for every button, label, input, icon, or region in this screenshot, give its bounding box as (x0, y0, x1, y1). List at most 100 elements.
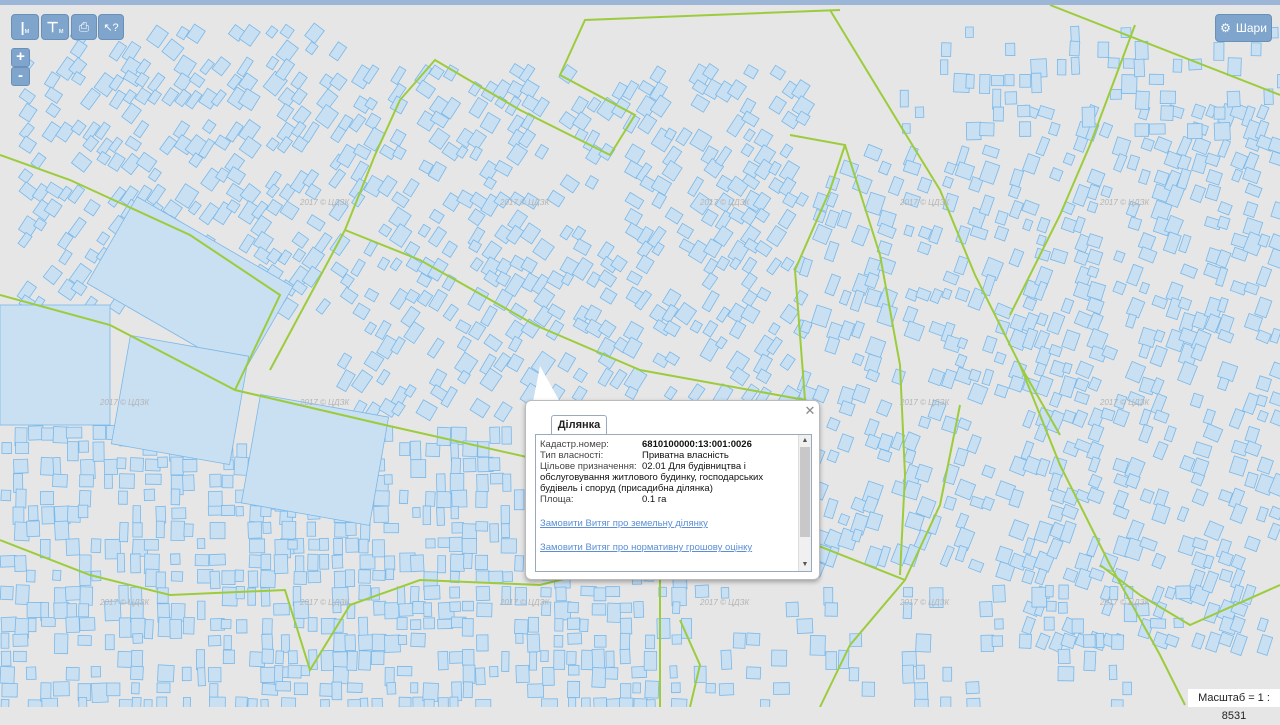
parcel[interactable] (1151, 552, 1167, 570)
parcel[interactable] (1135, 90, 1150, 110)
parcel[interactable] (0, 665, 16, 685)
parcel[interactable] (333, 538, 344, 555)
parcel[interactable] (864, 336, 887, 359)
parcel[interactable] (675, 127, 693, 147)
parcel[interactable] (1134, 40, 1149, 60)
parcel[interactable] (554, 618, 564, 632)
close-icon[interactable]: ✕ (804, 404, 816, 417)
parcel[interactable] (221, 474, 234, 489)
parcel[interactable] (1088, 456, 1101, 473)
parcel[interactable] (1140, 137, 1155, 152)
parcel[interactable] (1192, 441, 1213, 459)
parcel[interactable] (1218, 631, 1235, 648)
parcel[interactable] (720, 649, 733, 670)
parcel[interactable] (328, 41, 348, 62)
parcel[interactable] (1086, 168, 1106, 188)
parcel[interactable] (1021, 615, 1036, 635)
parcel[interactable] (740, 271, 758, 291)
parcel[interactable] (54, 520, 70, 541)
parcel[interactable] (1111, 634, 1124, 650)
parcel[interactable] (567, 632, 583, 645)
parcel[interactable] (1244, 425, 1261, 444)
parcel[interactable] (132, 505, 142, 526)
parcel-info-panel[interactable]: Кадастр.номер: 6810100000:13:001:0026 Ти… (535, 434, 812, 572)
parcel[interactable] (476, 473, 489, 493)
scrollbar-thumb[interactable] (800, 447, 810, 537)
parcel[interactable] (384, 555, 396, 571)
parcel[interactable] (865, 511, 884, 532)
parcel[interactable] (767, 322, 781, 336)
parcel[interactable] (1112, 489, 1129, 509)
parcel[interactable] (1268, 150, 1280, 167)
parcel[interactable] (13, 555, 27, 572)
parcel[interactable] (954, 544, 968, 563)
parcel[interactable] (415, 399, 438, 422)
parcel[interactable] (279, 200, 300, 221)
parcel[interactable] (456, 335, 472, 352)
parcel[interactable] (15, 488, 27, 509)
parcel[interactable] (495, 257, 513, 276)
parcel[interactable] (389, 128, 407, 147)
parcel[interactable] (320, 650, 335, 672)
parcel[interactable] (1058, 375, 1078, 399)
parcel[interactable] (1086, 248, 1104, 266)
parcel[interactable] (273, 553, 289, 574)
parcel[interactable] (130, 682, 140, 695)
parcel[interactable] (1043, 616, 1055, 631)
parcel[interactable] (1256, 409, 1269, 423)
parcel[interactable] (519, 222, 542, 245)
parcel[interactable] (1217, 200, 1233, 216)
parcel[interactable] (346, 650, 358, 671)
parcel[interactable] (260, 666, 277, 683)
parcel[interactable] (914, 106, 925, 119)
parcel[interactable] (965, 121, 982, 141)
parcel[interactable] (742, 128, 756, 143)
parcel[interactable] (1148, 73, 1165, 85)
parcel[interactable] (0, 304, 111, 426)
parcel[interactable] (197, 667, 206, 687)
parcel[interactable] (265, 198, 284, 217)
parcel[interactable] (1218, 568, 1234, 583)
parcel[interactable] (423, 602, 433, 617)
parcel[interactable] (604, 666, 619, 680)
parcel[interactable] (209, 696, 226, 707)
parcel[interactable] (314, 103, 340, 129)
print-button[interactable]: ⎙ (71, 14, 97, 40)
parcel[interactable] (1213, 106, 1226, 120)
parcel[interactable] (740, 303, 761, 324)
measure-area-button[interactable]: ⊤ м (41, 14, 69, 40)
parcel[interactable] (0, 616, 18, 633)
parcel[interactable] (384, 602, 400, 620)
parcel[interactable] (79, 554, 92, 573)
parcel[interactable] (306, 521, 317, 537)
parcel[interactable] (1075, 360, 1095, 380)
parcel[interactable] (236, 56, 254, 78)
parcel[interactable] (476, 602, 493, 618)
parcel[interactable] (1126, 263, 1144, 287)
parcel[interactable] (591, 648, 606, 670)
parcel[interactable] (371, 697, 384, 707)
parcel[interactable] (90, 665, 101, 678)
parcel[interactable] (1021, 199, 1040, 216)
parcel[interactable] (741, 289, 759, 307)
parcel[interactable] (319, 537, 329, 551)
parcel[interactable] (307, 617, 318, 632)
parcel[interactable] (475, 570, 490, 584)
parcel[interactable] (541, 698, 558, 707)
parcel[interactable] (1191, 632, 1206, 650)
parcel[interactable] (689, 319, 703, 334)
parcel[interactable] (1244, 440, 1262, 457)
parcel[interactable] (1031, 586, 1047, 608)
parcel[interactable] (489, 426, 501, 445)
parcel[interactable] (1216, 215, 1231, 230)
parcel[interactable] (451, 522, 465, 534)
parcel[interactable] (940, 42, 952, 58)
parcel[interactable] (170, 456, 184, 476)
parcel[interactable] (769, 64, 787, 81)
parcel[interactable] (462, 664, 476, 684)
parcel[interactable] (1086, 233, 1104, 249)
parcel[interactable] (848, 667, 860, 682)
parcel[interactable] (385, 568, 395, 580)
parcel[interactable] (170, 553, 181, 565)
parcel[interactable] (527, 683, 545, 699)
